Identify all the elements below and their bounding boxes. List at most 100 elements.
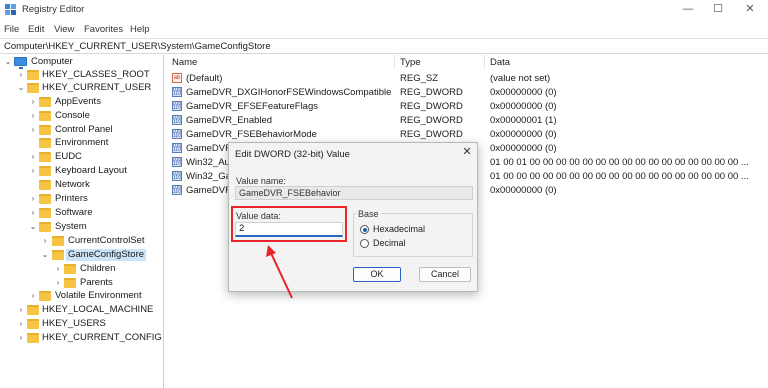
chevron-right-icon[interactable]: ›: [41, 235, 49, 247]
value-name-field: GameDVR_FSEBehavior: [235, 186, 473, 200]
value-name: GameDVR_Enabled: [186, 115, 273, 126]
value-name-label: Value name:: [236, 176, 286, 186]
decimal-radio[interactable]: [360, 239, 369, 248]
tree-item-currentcontrolset[interactable]: › CurrentControlSet: [0, 235, 163, 248]
ok-button[interactable]: OK: [353, 267, 401, 282]
dialog-title: Edit DWORD (32-bit) Value: [235, 149, 350, 160]
hexadecimal-radio[interactable]: [360, 225, 369, 234]
dialog-close-button[interactable]: ✕: [461, 146, 473, 158]
computer-icon: [14, 57, 27, 69]
chevron-down-icon[interactable]: ⌄: [41, 249, 49, 261]
decimal-label[interactable]: Decimal: [373, 238, 406, 248]
cancel-button[interactable]: Cancel: [419, 267, 471, 282]
minimize-button[interactable]: —: [680, 2, 696, 16]
chevron-right-icon[interactable]: ›: [54, 277, 62, 289]
tree-item-hklm[interactable]: › HKEY_LOCAL_MACHINE: [0, 304, 163, 317]
chevron-right-icon[interactable]: ›: [17, 318, 25, 330]
tree-item-eudc[interactable]: › EUDC: [0, 151, 163, 164]
chevron-right-icon[interactable]: ›: [29, 207, 37, 219]
tree-item-printers[interactable]: › Printers: [0, 193, 163, 206]
hexadecimal-label[interactable]: Hexadecimal: [373, 224, 425, 234]
binary-value-icon: 010 110: [172, 171, 182, 181]
column-header-name[interactable]: Name: [172, 57, 197, 68]
chevron-down-icon[interactable]: ⌄: [4, 56, 12, 68]
value-name: (Default): [186, 73, 223, 84]
chevron-right-icon[interactable]: ›: [29, 124, 37, 136]
tree-item-children[interactable]: › Children: [0, 263, 163, 276]
value-name: Win32_Ga: [186, 171, 231, 182]
tree-item-label: CurrentControlSet: [68, 235, 145, 246]
binary-value-icon: 010 110: [172, 115, 182, 125]
folder-icon: [39, 125, 51, 135]
binary-value-icon: 010 110: [172, 129, 182, 139]
tree-item-label: AppEvents: [55, 96, 101, 107]
value-data: (value not set): [490, 73, 551, 84]
chevron-right-icon[interactable]: ›: [29, 96, 37, 108]
chevron-right-icon[interactable]: ›: [29, 151, 37, 163]
binary-value-icon: 010 110: [172, 101, 182, 111]
menu-edit[interactable]: Edit: [28, 24, 44, 35]
chevron-right-icon[interactable]: ›: [17, 69, 25, 81]
folder-icon: [27, 83, 39, 93]
tree-item-parents[interactable]: › Parents: [0, 277, 163, 290]
tree-item-label: HKEY_USERS: [42, 318, 106, 329]
binary-value-icon: 010 110: [172, 157, 182, 167]
value-name: Win32_Au: [186, 157, 230, 168]
value-name: GameDVR: [186, 185, 232, 196]
tree-item-hku[interactable]: › HKEY_USERS: [0, 318, 163, 331]
tree-item-volatile-environment[interactable]: › Volatile Environment: [0, 290, 163, 303]
chevron-down-icon[interactable]: ⌄: [29, 221, 37, 233]
table-row[interactable]: 010 110 GameDVR_Enabled REG_DWORD 0x00000…: [166, 114, 766, 127]
close-button[interactable]: ✕: [742, 2, 758, 16]
tree-item-system[interactable]: ⌄ System: [0, 221, 163, 234]
menu-favorites[interactable]: Favorites: [84, 24, 123, 35]
tree-item-environment[interactable]: Environment: [0, 137, 163, 150]
menu-view[interactable]: View: [54, 24, 74, 35]
tree-item-network[interactable]: Network: [0, 179, 163, 192]
value-data: 0x00000000 (0): [490, 143, 557, 154]
column-header-type[interactable]: Type: [400, 57, 421, 68]
chevron-right-icon[interactable]: ›: [29, 193, 37, 205]
tree-pane[interactable]: ⌄ Computer › HKEY_CLASSES_ROOT ⌄ HKEY_CU…: [0, 55, 164, 388]
tree-item-gameconfigstore[interactable]: ⌄ GameConfigStore: [0, 249, 163, 262]
column-header-data[interactable]: Data: [490, 57, 510, 68]
chevron-right-icon[interactable]: ›: [29, 165, 37, 177]
menu-help[interactable]: Help: [130, 24, 150, 35]
chevron-down-icon[interactable]: ⌄: [17, 82, 25, 94]
chevron-right-icon[interactable]: ›: [17, 304, 25, 316]
folder-icon: [39, 97, 51, 107]
value-type: REG_DWORD: [400, 115, 463, 126]
tree-item-label: Children: [80, 263, 116, 274]
chevron-right-icon[interactable]: ›: [54, 263, 62, 275]
address-bar[interactable]: Computer\HKEY_CURRENT_USER\System\GameCo…: [0, 38, 768, 54]
maximize-button[interactable]: ☐: [710, 2, 726, 16]
tree-item-software[interactable]: › Software: [0, 207, 163, 220]
value-name: GameDVR_DXGIHonorFSEWindowsCompatible: [186, 87, 392, 98]
tree-item-label: HKEY_LOCAL_MACHINE: [42, 304, 154, 315]
address-path[interactable]: Computer\HKEY_CURRENT_USER\System\GameCo…: [4, 41, 271, 52]
tree-item-hkcc[interactable]: › HKEY_CURRENT_CONFIG: [0, 332, 163, 345]
registry-editor-icon: [5, 4, 16, 15]
chevron-right-icon[interactable]: ›: [17, 332, 25, 344]
tree-item-hkcr[interactable]: › HKEY_CLASSES_ROOT: [0, 69, 163, 82]
table-row[interactable]: ab (Default) REG_SZ (value not set): [166, 72, 766, 85]
value-data: 0x00000001 (1): [490, 115, 557, 126]
chevron-right-icon[interactable]: ›: [29, 290, 37, 302]
folder-icon: [52, 250, 64, 260]
table-row[interactable]: 010 110 GameDVR_DXGIHonorFSEWindowsCompat…: [166, 86, 766, 99]
tree-item-console[interactable]: › Console: [0, 110, 163, 123]
table-row[interactable]: 010 110 GameDVR_EFSEFeatureFlags REG_DWOR…: [166, 100, 766, 113]
binary-value-icon: 010 110: [172, 87, 182, 97]
tree-item-label: Parents: [80, 277, 113, 288]
table-row[interactable]: 010 110 GameDVR_FSEBehaviorMode REG_DWORD…: [166, 128, 766, 141]
tree-item-appevents[interactable]: › AppEvents: [0, 96, 163, 109]
column-separator[interactable]: [394, 55, 395, 69]
highlight-box: [231, 206, 347, 242]
tree-item-hkcu[interactable]: ⌄ HKEY_CURRENT_USER: [0, 82, 163, 95]
chevron-right-icon[interactable]: ›: [29, 110, 37, 122]
tree-item-control-panel[interactable]: › Control Panel: [0, 124, 163, 137]
column-separator[interactable]: [484, 55, 485, 69]
tree-item-computer[interactable]: ⌄ Computer: [0, 56, 163, 69]
tree-item-keyboard-layout[interactable]: › Keyboard Layout: [0, 165, 163, 178]
menu-file[interactable]: File: [4, 24, 19, 35]
